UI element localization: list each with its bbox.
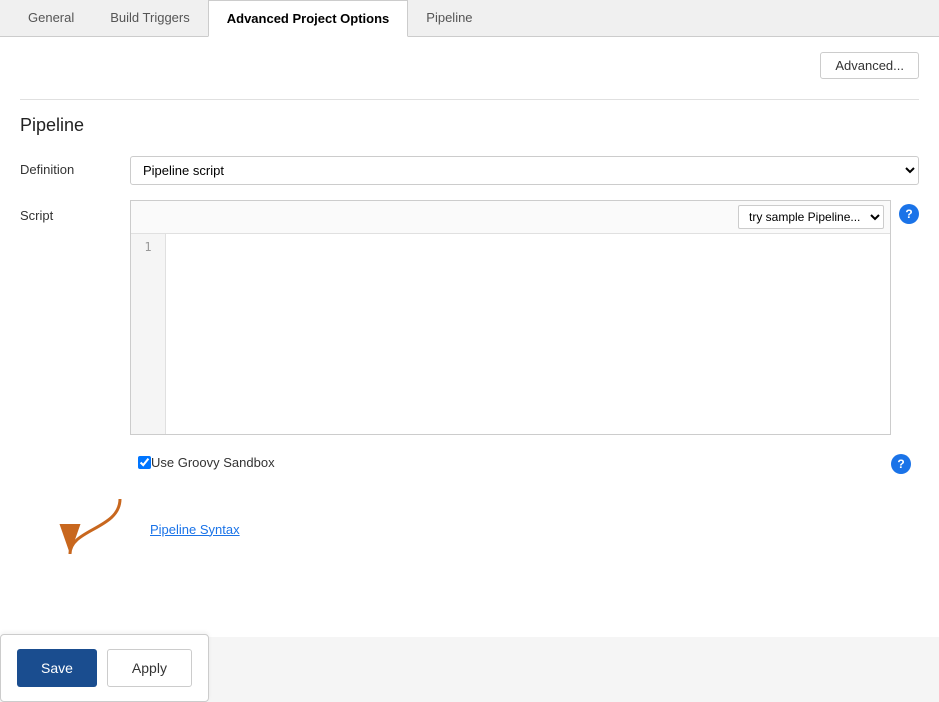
tab-general[interactable]: General [10, 0, 92, 37]
pipeline-title: Pipeline [20, 115, 919, 136]
script-help-wrapper: try sample Pipeline... 1 ? [130, 200, 919, 435]
script-editor[interactable] [166, 234, 890, 434]
advanced-btn-row: Advanced... [20, 52, 919, 79]
arrow-link-row: Pipeline Syntax [50, 494, 919, 564]
script-row: Script try sample Pipeline... 1 [20, 200, 919, 435]
pipeline-section: Pipeline Definition Pipeline script Scri… [20, 99, 919, 564]
script-label: Script [20, 200, 130, 223]
definition-control: Pipeline script [130, 156, 919, 185]
line-numbers: 1 [131, 234, 166, 434]
footer: Save Apply [0, 634, 209, 702]
script-toolbar: try sample Pipeline... [131, 201, 890, 234]
groovy-sandbox-help-icon[interactable]: ? [891, 454, 911, 474]
script-body: 1 [131, 234, 890, 434]
arrow-icon [50, 494, 140, 564]
save-button[interactable]: Save [17, 649, 97, 687]
script-help-icon[interactable]: ? [899, 204, 919, 224]
apply-button[interactable]: Apply [107, 649, 192, 687]
groovy-sandbox-checkbox[interactable] [138, 456, 151, 469]
advanced-button[interactable]: Advanced... [820, 52, 919, 79]
tab-advanced-project-options[interactable]: Advanced Project Options [208, 0, 409, 37]
script-container: try sample Pipeline... 1 [130, 200, 891, 435]
try-sample-select[interactable]: try sample Pipeline... [738, 205, 884, 229]
tab-pipeline[interactable]: Pipeline [408, 0, 490, 37]
tab-bar: General Build Triggers Advanced Project … [0, 0, 939, 37]
groovy-sandbox-row: Use Groovy Sandbox ? [138, 450, 919, 474]
tab-build-triggers[interactable]: Build Triggers [92, 0, 207, 37]
definition-row: Definition Pipeline script [20, 156, 919, 185]
definition-select[interactable]: Pipeline script [130, 156, 919, 185]
pipeline-syntax-link[interactable]: Pipeline Syntax [150, 522, 240, 537]
groovy-sandbox-label: Use Groovy Sandbox [151, 455, 275, 470]
main-content: Advanced... Pipeline Definition Pipeline… [0, 37, 939, 637]
definition-label: Definition [20, 156, 130, 177]
line-number-1: 1 [144, 240, 151, 254]
